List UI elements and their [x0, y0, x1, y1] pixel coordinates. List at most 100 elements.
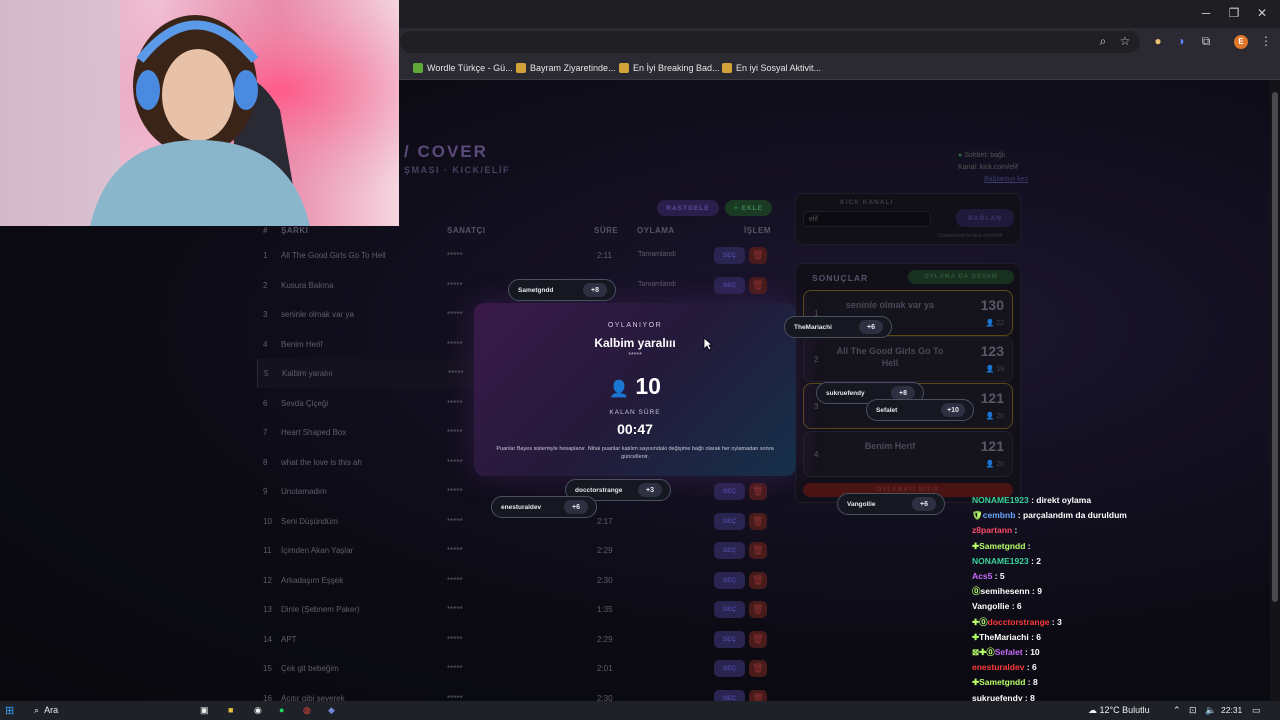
- close-icon[interactable]: ✕: [1252, 6, 1272, 22]
- chat-message: ⊠✚⓪Sefalet : 10: [972, 645, 1272, 660]
- minimize-icon[interactable]: ─: [1196, 6, 1216, 22]
- row-number: 13: [263, 605, 272, 614]
- col-vote: OYLAMA: [637, 226, 675, 235]
- chat-username: enesturaldev: [972, 662, 1025, 673]
- row-vote-status: Tamamlandı: [638, 280, 677, 288]
- clock[interactable]: 22:31: [1221, 703, 1242, 717]
- chat-username: TheMariachi: [979, 631, 1029, 642]
- bookmark-favicon: [516, 63, 526, 73]
- kebab-menu-icon[interactable]: ⋮: [1258, 34, 1274, 50]
- chat-badge-icon: 🛡: [972, 510, 983, 521]
- extensions-puzzle-icon[interactable]: ⧉: [1198, 34, 1214, 50]
- table-row: 11 İçimden Akan Yaşlar ***** 2:29 SEÇ 🗑: [257, 536, 777, 565]
- result-item: 4 Benim Herif 121 👤 20: [803, 431, 1013, 477]
- scrollbar-thumb[interactable]: [1272, 92, 1278, 602]
- time-label: KALAN SÜRE: [609, 409, 661, 416]
- select-button[interactable]: SEÇ: [714, 601, 745, 618]
- row-duration: 2:11: [597, 251, 612, 260]
- select-button[interactable]: SEÇ: [714, 276, 745, 294]
- random-button[interactable]: RASTGELE: [657, 200, 719, 216]
- chat-text: : 2: [1031, 555, 1041, 566]
- streamer-webcam-image: [0, 0, 399, 226]
- chat-username: Sametgndd: [979, 540, 1026, 551]
- task-view-icon[interactable]: ▣: [200, 703, 209, 717]
- extension-icon[interactable]: ◗: [1174, 34, 1190, 50]
- trash-icon[interactable]: 🗑: [749, 571, 767, 589]
- col-song: ŞARKI: [281, 226, 309, 235]
- trash-icon[interactable]: 🗑: [749, 247, 767, 264]
- col-artist: SANATÇI: [447, 226, 486, 235]
- bookmark-item[interactable]: En iyi Sosyal Aktivit...: [722, 60, 821, 76]
- discord-icon[interactable]: ◆: [328, 703, 335, 717]
- taskbar-search[interactable]: ⌕ Ara: [34, 703, 58, 717]
- select-button[interactable]: SEÇ: [714, 571, 745, 589]
- user-icon: 👤: [985, 366, 995, 373]
- kick-label: KICK KANALI: [840, 199, 894, 206]
- row-song-title: Heart Shaped Box: [281, 428, 347, 437]
- voting-modal: OYLANIYOR Kalbim yaralııı ***** 👤 10 KAL…: [474, 303, 796, 476]
- connect-button[interactable]: BAĞLAN: [956, 209, 1014, 227]
- select-button[interactable]: SEÇ: [714, 660, 745, 677]
- windows-start-icon[interactable]: ⊞: [5, 703, 14, 717]
- row-song-title: Çek git bebeğim: [281, 664, 339, 673]
- chat-username: semihesenn: [980, 586, 1030, 597]
- tray-chevron-icon[interactable]: ⌃: [1173, 703, 1181, 717]
- row-song-title: Dinle (Şebnem Paker): [281, 605, 360, 614]
- row-song-title: Benim Herif: [281, 339, 323, 349]
- row-duration: 2:17: [597, 516, 613, 526]
- countdown-timer: 00:47: [617, 421, 653, 437]
- row-song-title: All The Good Girls Go To Hell: [281, 251, 386, 260]
- chrome-icon[interactable]: ◍: [303, 703, 311, 717]
- spotify-icon[interactable]: ●: [279, 703, 284, 717]
- bookmark-item[interactable]: Wordle Türkçe - Gü...: [413, 60, 513, 76]
- bookmark-item[interactable]: Bayram Ziyaretinde...: [516, 60, 616, 76]
- row-artist: *****: [447, 339, 463, 349]
- disconnect-link[interactable]: Bağlantıyı kes: [958, 174, 1028, 186]
- app-icon[interactable]: ◉: [254, 703, 262, 717]
- chat-text: : 6: [1031, 631, 1042, 642]
- row-number: 6: [263, 398, 268, 408]
- select-button[interactable]: SEÇ: [714, 247, 745, 264]
- network-icon[interactable]: ⊡: [1189, 703, 1197, 717]
- mouse-cursor-icon: [703, 337, 713, 351]
- voting-label: OYLANIYOR: [607, 322, 663, 329]
- extension-icon[interactable]: ●: [1150, 34, 1166, 50]
- trash-icon[interactable]: 🗑: [749, 483, 767, 500]
- page-title: / COVER: [404, 142, 488, 161]
- star-icon[interactable]: ☆: [1117, 34, 1133, 50]
- select-button[interactable]: SEÇ: [714, 483, 745, 500]
- select-button[interactable]: SEÇ: [714, 542, 745, 559]
- row-number: 8: [263, 457, 268, 467]
- select-button[interactable]: SEÇ: [714, 512, 745, 530]
- results-title: SONUÇLAR: [812, 273, 869, 283]
- zoom-icon[interactable]: ⌕: [1095, 34, 1111, 50]
- trash-icon[interactable]: 🗑: [749, 276, 767, 294]
- row-artist: *****: [447, 487, 463, 496]
- trash-icon[interactable]: 🗑: [749, 601, 767, 618]
- select-button[interactable]: SEÇ: [714, 630, 745, 648]
- chat-message: ✚TheMariachi : 6: [972, 630, 1272, 645]
- profile-avatar[interactable]: E: [1234, 35, 1248, 49]
- chat-message: NONAME1923 : 2: [972, 554, 1272, 569]
- chat-message: Vangollie : 6: [972, 599, 1272, 614]
- maximize-icon[interactable]: ❐: [1224, 6, 1244, 22]
- trash-icon[interactable]: 🗑: [749, 660, 767, 677]
- bookmark-item[interactable]: En İyi Breaking Bad...: [619, 60, 720, 76]
- address-bar[interactable]: [400, 31, 1140, 53]
- file-explorer-icon[interactable]: ■: [228, 703, 233, 717]
- trash-icon[interactable]: 🗑: [749, 512, 767, 530]
- connection-info: ● Sohbet: bağlı Kanal: kick.com/elif Bağ…: [958, 150, 1028, 186]
- chat-message: ✚Sametgndd : 8: [972, 675, 1272, 690]
- row-artist: *****: [447, 398, 463, 408]
- col-num: #: [263, 226, 268, 235]
- trash-icon[interactable]: 🗑: [749, 542, 767, 559]
- notifications-icon[interactable]: ▭: [1252, 703, 1261, 717]
- row-artist: *****: [447, 605, 463, 614]
- weather-widget[interactable]: ☁ 12°C Bulutlu: [1088, 703, 1150, 717]
- volume-icon[interactable]: 🔈: [1205, 703, 1216, 717]
- chat-badge-icon: ✚⓪: [972, 616, 988, 627]
- add-button[interactable]: + EKLE: [725, 200, 772, 216]
- trash-icon[interactable]: 🗑: [749, 630, 767, 648]
- row-song-title: Unutamadım: [281, 487, 327, 496]
- kick-channel-input[interactable]: elif: [803, 211, 931, 227]
